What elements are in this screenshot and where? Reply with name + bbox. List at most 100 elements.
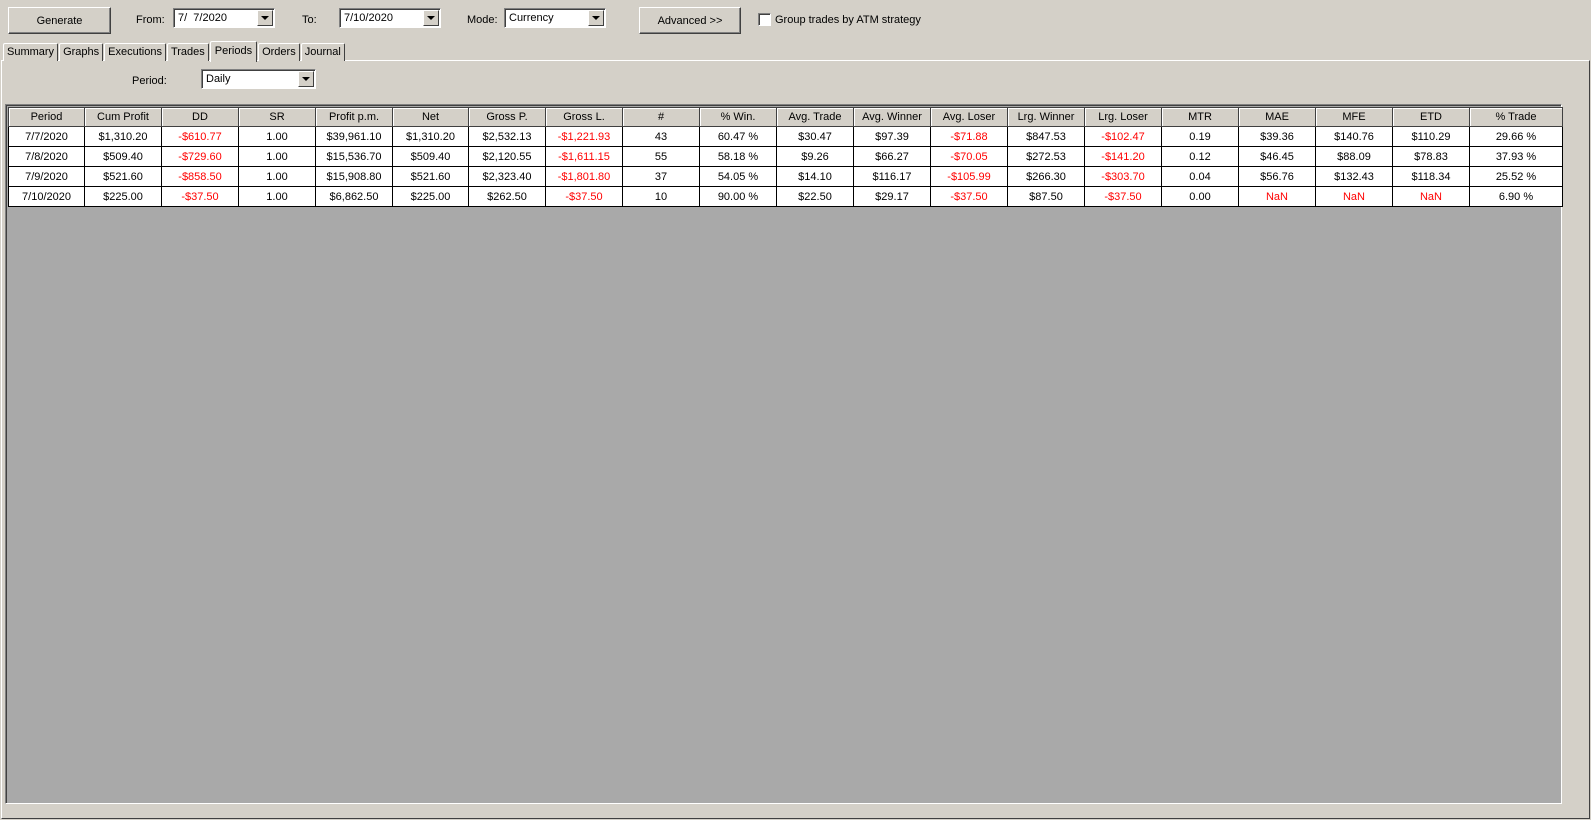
table-cell: $22.50: [776, 186, 854, 207]
table-cell: 29.66 %: [1469, 126, 1563, 147]
table-cell: 37.93 %: [1469, 146, 1563, 167]
column-header[interactable]: DD: [161, 107, 239, 127]
column-header[interactable]: Avg. Loser: [930, 107, 1008, 127]
table-cell: 25.52 %: [1469, 166, 1563, 187]
table-cell: $39.36: [1238, 126, 1316, 147]
column-header[interactable]: Lrg. Loser: [1084, 107, 1162, 127]
table-cell: 7/8/2020: [8, 146, 85, 167]
table-cell: 1.00: [238, 146, 316, 167]
table-row[interactable]: 7/10/2020 $225.00 -$37.50 1.00 $6,862.50 $225…: [8, 186, 1563, 207]
tab-strip: Summary Graphs Executions Trades Periods…: [3, 41, 346, 62]
table-cell: 60.47 %: [699, 126, 777, 147]
column-header[interactable]: Cum Profit: [84, 107, 162, 127]
group-by-atm-label[interactable]: Group trades by ATM strategy: [775, 13, 921, 27]
column-header[interactable]: Net: [392, 107, 469, 127]
tab-trades[interactable]: Trades: [166, 43, 209, 61]
table-row[interactable]: 7/7/2020 $1,310.20 -$610.77 1.00 $39,961.10 $…: [8, 126, 1563, 147]
periods-table: Period Cum Profit DD SR Profit p.m. Net Gross …: [8, 107, 1563, 207]
table-cell: -$1,611.15: [545, 146, 623, 167]
period-label: Period:: [132, 75, 167, 87]
table-cell: $46.45: [1238, 146, 1316, 167]
table-cell: $29.17: [853, 186, 931, 207]
table-cell: $2,120.55: [468, 146, 546, 167]
column-header[interactable]: Gross L.: [545, 107, 623, 127]
table-cell: 10: [622, 186, 700, 207]
table-cell: $56.76: [1238, 166, 1316, 187]
table-row[interactable]: 7/9/2020 $521.60 -$858.50 1.00 $15,908.80 $52…: [8, 166, 1563, 187]
tab-journal[interactable]: Journal: [300, 43, 345, 61]
table-cell: -$729.60: [161, 146, 239, 167]
table-cell: -$1,801.80: [545, 166, 623, 187]
table-cell: $15,536.70: [315, 146, 393, 167]
advanced-button[interactable]: Advanced >>: [639, 7, 741, 34]
period-select[interactable]: Daily: [201, 69, 316, 89]
column-header[interactable]: % Win.: [699, 107, 777, 127]
table-cell: 6.90 %: [1469, 186, 1563, 207]
table-cell: $521.60: [392, 166, 469, 187]
toolbar: Generate From: 7/ 7/2020 To: 7/10/2020 M…: [0, 0, 1591, 42]
table-cell: -$105.99: [930, 166, 1008, 187]
table-cell: $97.39: [853, 126, 931, 147]
table-cell: 7/7/2020: [8, 126, 85, 147]
table-cell: NaN: [1315, 186, 1393, 207]
table-header-row: Period Cum Profit DD SR Profit p.m. Net Gross …: [8, 107, 1563, 127]
column-header[interactable]: MAE: [1238, 107, 1316, 127]
column-header[interactable]: MFE: [1315, 107, 1393, 127]
column-header[interactable]: MTR: [1161, 107, 1239, 127]
table-cell: 7/9/2020: [8, 166, 85, 187]
table-cell: $88.09: [1315, 146, 1393, 167]
table-cell: 55: [622, 146, 700, 167]
table-cell: 54.05 %: [699, 166, 777, 187]
from-date-value: 7/ 7/2020: [178, 12, 227, 24]
table-cell: $132.43: [1315, 166, 1393, 187]
table-cell: $225.00: [392, 186, 469, 207]
generate-button[interactable]: Generate: [8, 7, 111, 34]
column-header[interactable]: Profit p.m.: [315, 107, 393, 127]
tab-graphs[interactable]: Graphs: [59, 43, 104, 61]
column-header[interactable]: ETD: [1392, 107, 1470, 127]
column-header[interactable]: Avg. Winner: [853, 107, 931, 127]
column-header[interactable]: #: [622, 107, 700, 127]
column-header[interactable]: Period: [8, 107, 85, 127]
table-cell: $266.30: [1007, 166, 1085, 187]
column-header[interactable]: Avg. Trade: [776, 107, 854, 127]
mode-label: Mode:: [467, 14, 498, 26]
table-cell: 43: [622, 126, 700, 147]
column-header[interactable]: SR: [238, 107, 316, 127]
table-cell: -$37.50: [1084, 186, 1162, 207]
table-cell: $521.60: [84, 166, 162, 187]
group-by-atm-checkbox[interactable]: [758, 13, 771, 26]
table-cell: NaN: [1238, 186, 1316, 207]
table-cell: -$37.50: [545, 186, 623, 207]
table-row[interactable]: 7/8/2020 $509.40 -$729.60 1.00 $15,536.70 $50…: [8, 146, 1563, 167]
table-cell: -$70.05: [930, 146, 1008, 167]
column-header[interactable]: % Trade: [1469, 107, 1563, 127]
table-cell: -$858.50: [161, 166, 239, 187]
table-cell: $14.10: [776, 166, 854, 187]
tab-summary[interactable]: Summary: [3, 43, 59, 61]
table-cell: $262.50: [468, 186, 546, 207]
table-cell: NaN: [1392, 186, 1470, 207]
table-cell: $118.34: [1392, 166, 1470, 187]
tab-executions[interactable]: Executions: [104, 43, 166, 61]
mode-select[interactable]: Currency: [504, 8, 606, 28]
table-cell: 0.12: [1161, 146, 1239, 167]
column-header[interactable]: Lrg. Winner: [1007, 107, 1085, 127]
mode-value: Currency: [509, 12, 554, 24]
from-date-dropdown-icon[interactable]: [257, 10, 273, 26]
tab-periods[interactable]: Periods: [209, 41, 258, 62]
tab-orders[interactable]: Orders: [258, 43, 300, 61]
periods-grid[interactable]: Period Cum Profit DD SR Profit p.m. Net Gross …: [5, 104, 1563, 804]
table-cell: $15,908.80: [315, 166, 393, 187]
table-cell: $30.47: [776, 126, 854, 147]
mode-dropdown-icon[interactable]: [588, 10, 604, 26]
table-cell: -$1,221.93: [545, 126, 623, 147]
column-header[interactable]: Gross P.: [468, 107, 546, 127]
table-cell: -$37.50: [161, 186, 239, 207]
period-dropdown-icon[interactable]: [298, 71, 314, 87]
table-cell: 7/10/2020: [8, 186, 85, 207]
to-date-picker[interactable]: 7/10/2020: [339, 8, 441, 28]
table-cell: $847.53: [1007, 126, 1085, 147]
from-date-picker[interactable]: 7/ 7/2020: [173, 8, 275, 28]
to-date-dropdown-icon[interactable]: [423, 10, 439, 26]
